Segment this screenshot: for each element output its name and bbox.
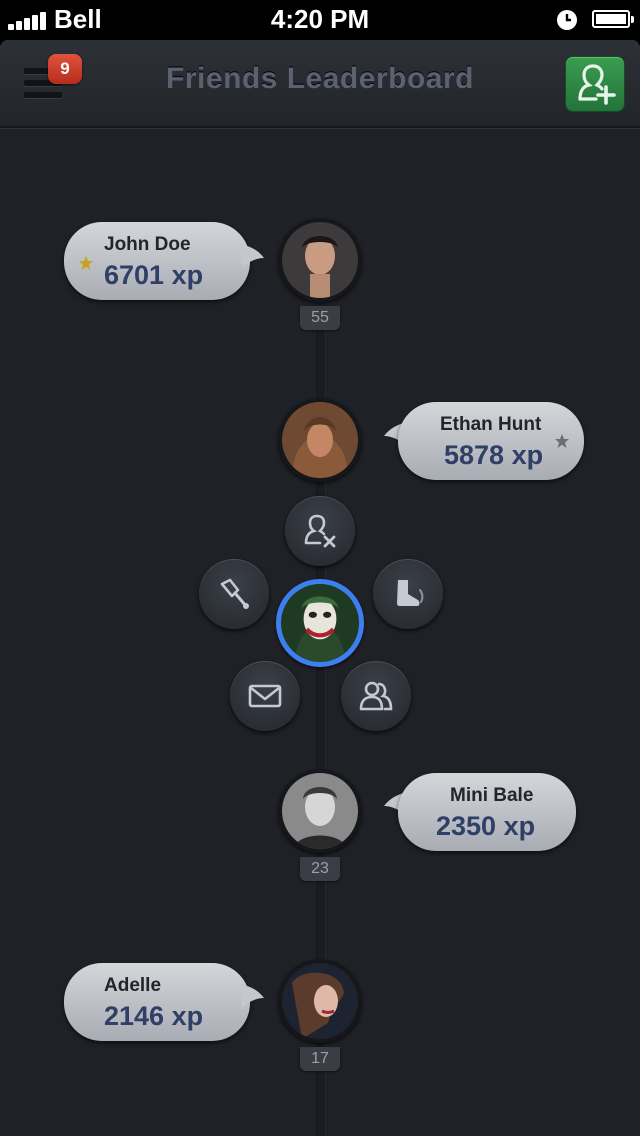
rank-badge: 23 xyxy=(300,857,340,881)
avatar[interactable] xyxy=(278,398,362,482)
friend-name: Adelle xyxy=(104,975,162,996)
status-bar: Bell 4:20 PM xyxy=(0,0,640,40)
friend-xp: 2350 xp xyxy=(436,811,536,841)
selected-avatar[interactable] xyxy=(276,579,364,667)
friend-xp: 5878 xp xyxy=(444,440,544,470)
battery-icon xyxy=(592,10,634,28)
friend-name: Ethan Hunt xyxy=(440,414,542,435)
friend-xp: 2146 xp xyxy=(104,1001,204,1031)
pen-edit-icon xyxy=(220,578,249,609)
star-icon xyxy=(555,434,569,448)
add-friend-icon xyxy=(578,64,616,105)
avatar[interactable] xyxy=(278,769,362,853)
leaderboard-bubble[interactable]: Mini Bale 2350 xp xyxy=(398,773,576,851)
mail-icon xyxy=(248,684,282,708)
message-button[interactable] xyxy=(230,661,300,731)
group-button[interactable] xyxy=(341,661,411,731)
star-icon xyxy=(79,256,93,270)
bubble-tail xyxy=(240,244,264,268)
avatar[interactable] xyxy=(278,218,362,302)
leaderboard-bubble[interactable]: Adelle 2146 xp xyxy=(64,963,250,1041)
navigation-bar: 9 Friends Leaderboard xyxy=(0,40,640,128)
leaderboard-bubble[interactable]: John Doe 6701 xp xyxy=(64,222,250,300)
remove-friend-icon xyxy=(304,514,336,548)
app-screen: 9 Friends Leaderboard John Doe 6701 xp 5… xyxy=(0,40,640,1136)
add-friend-button[interactable] xyxy=(565,56,625,112)
remove-friend-button[interactable] xyxy=(285,496,355,566)
bubble-tail xyxy=(240,984,264,1008)
page-title: Friends Leaderboard xyxy=(166,62,474,95)
kick-boot-icon xyxy=(397,580,424,606)
rank-badge: 55 xyxy=(300,306,340,330)
status-time: 4:20 PM xyxy=(270,4,370,34)
avatar[interactable] xyxy=(278,959,362,1043)
friend-name: Mini Bale xyxy=(450,785,534,806)
friend-xp: 6701 xp xyxy=(104,260,204,290)
kick-button[interactable] xyxy=(373,559,443,629)
edit-button[interactable] xyxy=(199,559,269,629)
friend-name: John Doe xyxy=(104,234,191,255)
rank-badge: 17 xyxy=(300,1047,340,1071)
leaderboard-bubble[interactable]: Ethan Hunt 5878 xp xyxy=(398,402,584,480)
alarm-clock-icon xyxy=(557,10,577,30)
group-icon xyxy=(359,681,393,711)
